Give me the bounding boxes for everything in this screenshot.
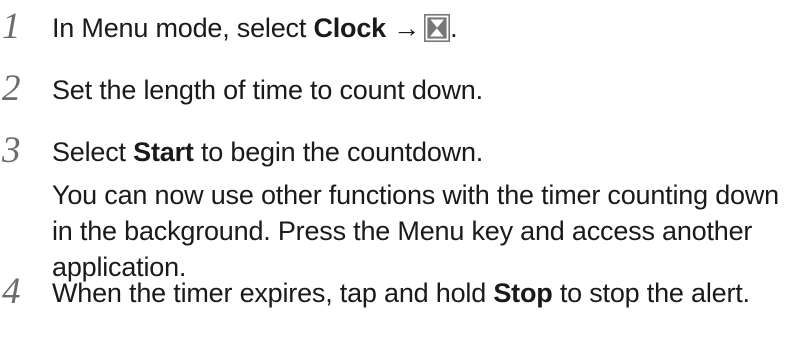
step-main-line: Select Start to begin the countdown. (52, 134, 805, 170)
step-number: 2 (2, 68, 21, 109)
instruction-steps: 1 In Menu mode, select Clock → . 2 Set t… (0, 0, 807, 355)
step-text-before: Select (52, 137, 134, 167)
step-text-before: In Menu mode, select (52, 13, 314, 43)
step-text-after: to begin the countdown. (193, 137, 484, 167)
step-text-after: . (450, 13, 458, 43)
step-number: 1 (2, 6, 21, 47)
step-note: You can now use other functions with the… (52, 180, 779, 282)
step-text: Select Start to begin the countdown. You… (52, 134, 805, 285)
arrow-icon: → (393, 13, 421, 43)
step-text: When the timer expires, tap and hold Sto… (52, 275, 805, 311)
step-text: Set the length of time to count down. (52, 75, 483, 105)
step-number: 3 (2, 130, 21, 171)
menu-item-stop: Stop (493, 278, 553, 308)
step-text: In Menu mode, select Clock → . (52, 10, 805, 46)
menu-item-start: Start (133, 137, 194, 167)
menu-item-clock: Clock (313, 13, 386, 43)
hourglass-icon (424, 14, 451, 42)
step-text-before: When the timer expires, tap and hold (52, 278, 494, 308)
step-text-after: to stop the alert. (552, 278, 750, 308)
step-number: 4 (2, 271, 21, 312)
